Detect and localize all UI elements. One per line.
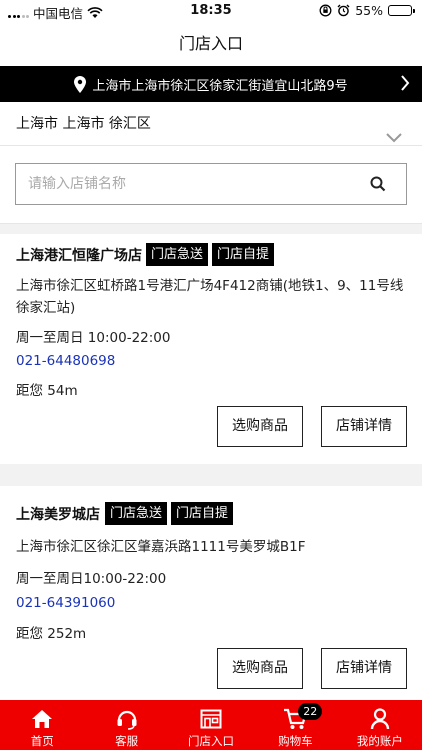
tab-label: 我的账户 — [356, 734, 403, 748]
status-bar: 中国电信 18:35 55% — [0, 0, 422, 22]
pickup-badge: 门店自提 — [212, 243, 275, 266]
tab-customer-service[interactable]: 客服 — [84, 700, 168, 750]
store-hours: 周一至周日10:00-22:00 — [16, 571, 167, 587]
store-name: 上海美罗城店 — [16, 506, 100, 523]
region-text: 上海市 上海市 徐汇区 — [16, 116, 151, 132]
store-distance: 距您 54m — [16, 383, 78, 399]
battery-percent: 55% — [355, 3, 383, 18]
search-section — [0, 146, 422, 224]
store-card: 上海港汇恒隆广场店 门店急送 门店自提 上海市徐汇区虹桥路1号港汇广场4F412… — [0, 234, 422, 464]
store-card: 上海美罗城店 门店急送 门店自提 上海市徐汇区徐汇区肇嘉浜路1111号美罗城B1… — [0, 486, 422, 700]
cart-icon — [253, 707, 337, 731]
tab-home[interactable]: 首页 — [0, 700, 84, 750]
battery-icon — [388, 5, 415, 16]
delivery-badge: 门店急送 — [105, 502, 168, 525]
tab-label: 首页 — [30, 734, 54, 748]
store-address: 上海市徐汇区虹桥路1号港汇广场4F412商铺(地铁1、9、11号线徐家汇站) — [16, 278, 404, 316]
shop-products-button[interactable]: 选购商品 — [217, 648, 303, 689]
tab-cart[interactable]: 22 购物车 — [253, 700, 337, 750]
pickup-badge: 门店自提 — [171, 502, 234, 525]
store-name-row: 上海美罗城店 门店急送 门店自提 — [16, 502, 234, 525]
store-details-button[interactable]: 店铺详情 — [321, 648, 407, 689]
store-phone-link[interactable]: 021-64391060 — [16, 595, 115, 611]
store-name-row: 上海港汇恒隆广场店 门店急送 门店自提 — [16, 243, 275, 266]
current-address-text: 上海市上海市徐汇区徐家汇街道宜山北路9号 — [92, 78, 348, 94]
bottom-tab-bar: 首页 客服 门店入口 22 购物车 我的账户 — [0, 700, 422, 750]
store-details-button[interactable]: 店铺详情 — [321, 406, 407, 447]
store-hours: 周一至周日 10:00-22:00 — [16, 330, 171, 346]
page-title: 门店入口 — [0, 22, 422, 66]
store-distance: 距您 252m — [16, 626, 87, 642]
status-right: 55% — [319, 3, 415, 18]
search-box — [15, 163, 407, 205]
delivery-badge: 门店急送 — [146, 243, 209, 266]
user-icon — [338, 707, 422, 731]
location-pin-icon — [74, 75, 87, 93]
region-selector[interactable]: 上海市 上海市 徐汇区 — [0, 102, 422, 146]
tab-label: 购物车 — [278, 734, 313, 748]
current-address-bar[interactable]: 上海市上海市徐汇区徐家汇街道宜山北路9号 — [0, 66, 422, 102]
store-name: 上海港汇恒隆广场店 — [16, 247, 142, 264]
store-icon — [169, 707, 253, 731]
tab-my-account[interactable]: 我的账户 — [338, 700, 422, 750]
store-address: 上海市徐汇区徐汇区肇嘉浜路1111号美罗城B1F — [16, 539, 306, 555]
tab-label: 门店入口 — [188, 734, 235, 748]
store-phone-link[interactable]: 021-64480698 — [16, 353, 115, 369]
cart-count-badge: 22 — [298, 703, 323, 720]
alarm-icon — [337, 4, 350, 17]
home-icon — [0, 707, 84, 731]
rotation-lock-icon — [319, 4, 332, 17]
shop-products-button[interactable]: 选购商品 — [217, 406, 303, 447]
search-icon[interactable] — [370, 176, 386, 196]
store-search-input[interactable] — [16, 164, 356, 204]
tab-label: 客服 — [115, 734, 139, 748]
chevron-right-icon — [400, 75, 410, 95]
tab-store-entry[interactable]: 门店入口 — [169, 700, 253, 750]
headset-icon — [84, 707, 168, 731]
